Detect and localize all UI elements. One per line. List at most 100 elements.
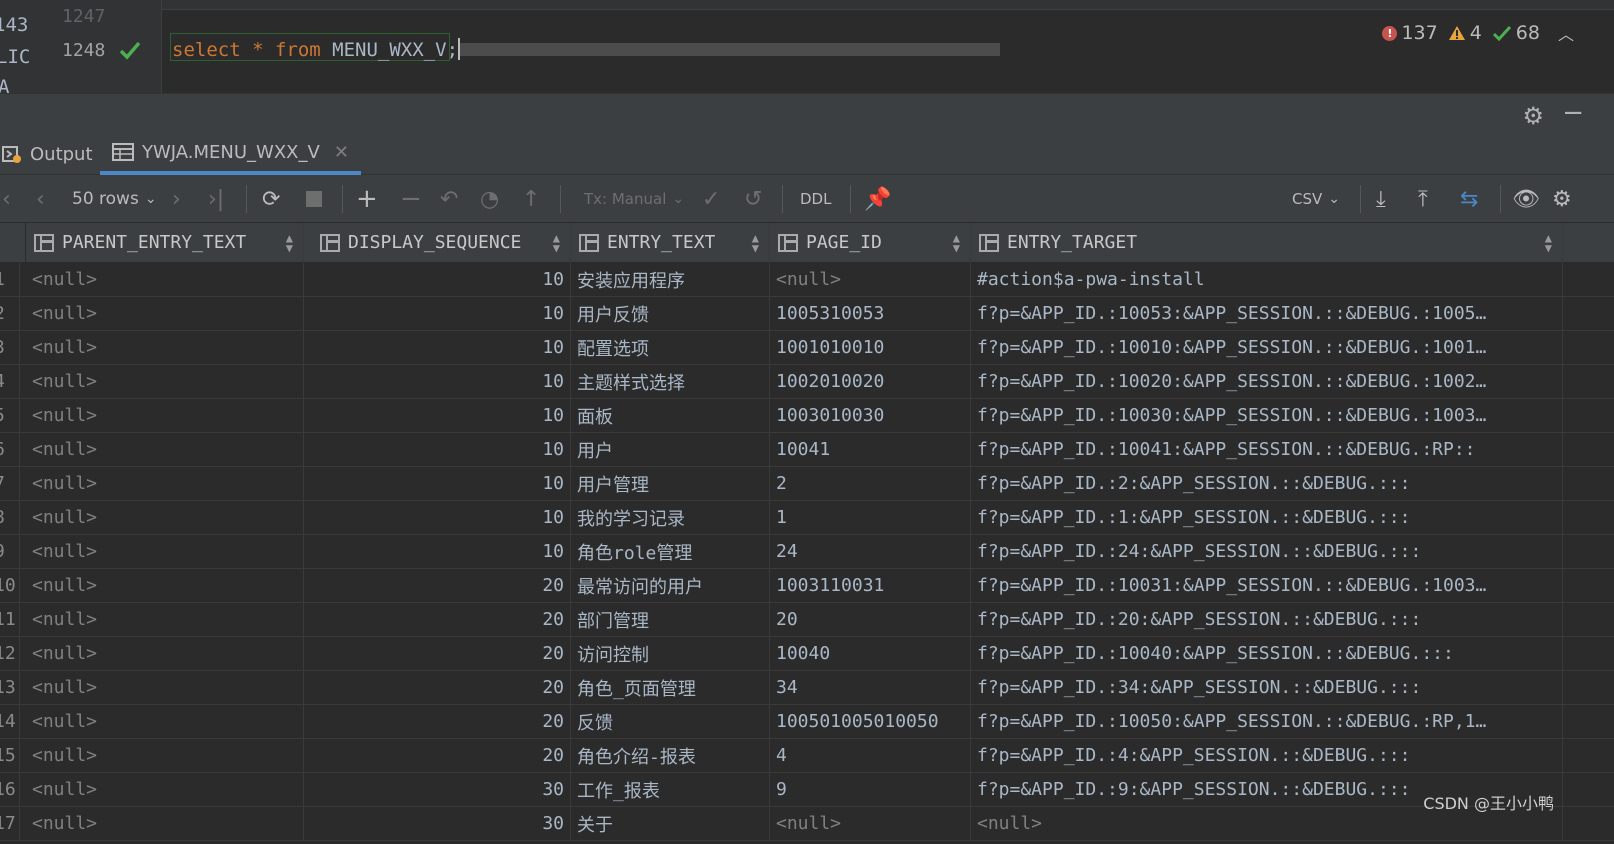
previous-page-icon[interactable]: ‹ bbox=[36, 175, 45, 223]
cell-entry-text[interactable]: 角色role管理 bbox=[571, 535, 770, 568]
cell-page-id[interactable]: 1003110031 bbox=[770, 569, 971, 602]
column-header-page-id[interactable]: PAGE_ID ▲ ▼ bbox=[770, 223, 971, 262]
cell-entry-target[interactable]: f?p=&APP_ID.:10040:&APP_SESSION.::&DEBUG… bbox=[971, 637, 1563, 670]
eye-icon[interactable]: 👁 bbox=[1512, 175, 1540, 223]
cell-parent-entry-text[interactable]: <null> bbox=[26, 331, 304, 364]
cell-parent-entry-text[interactable]: <null> bbox=[26, 569, 304, 602]
table-row[interactable]: 8<null>10我的学习记录1f?p=&APP_ID.:1:&APP_SESS… bbox=[0, 501, 1614, 535]
ddl-button[interactable]: DDL bbox=[800, 175, 831, 223]
cell-page-id[interactable]: 1003010030 bbox=[770, 399, 971, 432]
cell-entry-target[interactable]: f?p=&APP_ID.:10010:&APP_SESSION.::&DEBUG… bbox=[971, 331, 1563, 364]
cell-page-id[interactable]: 1005310053 bbox=[770, 297, 971, 330]
cell-parent-entry-text[interactable]: <null> bbox=[26, 365, 304, 398]
cell-entry-text[interactable]: 主题样式选择 bbox=[571, 365, 770, 398]
hide-panel-icon[interactable]: − bbox=[1562, 98, 1584, 128]
cell-display-sequence[interactable]: 20 bbox=[304, 671, 571, 704]
cell-entry-target[interactable]: f?p=&APP_ID.:24:&APP_SESSION.::&DEBUG.::… bbox=[971, 535, 1563, 568]
cell-entry-target[interactable]: f?p=&APP_ID.:10031:&APP_SESSION.::&DEBUG… bbox=[971, 569, 1563, 602]
table-row[interactable]: 11<null>20部门管理20f?p=&APP_ID.:20:&APP_SES… bbox=[0, 603, 1614, 637]
stop-icon[interactable] bbox=[306, 175, 322, 223]
cell-entry-target[interactable]: f?p=&APP_ID.:10050:&APP_SESSION.::&DEBUG… bbox=[971, 705, 1563, 738]
cell-parent-entry-text[interactable]: <null> bbox=[26, 671, 304, 704]
cell-display-sequence[interactable]: 10 bbox=[304, 399, 571, 432]
cell-parent-entry-text[interactable]: <null> bbox=[26, 297, 304, 330]
table-row[interactable]: 7<null>10用户管理2f?p=&APP_ID.:2:&APP_SESSIO… bbox=[0, 467, 1614, 501]
cell-page-id[interactable]: 4 bbox=[770, 739, 971, 772]
cell-parent-entry-text[interactable]: <null> bbox=[26, 705, 304, 738]
cell-display-sequence[interactable]: 30 bbox=[304, 807, 571, 840]
add-row-icon[interactable]: + bbox=[356, 175, 378, 223]
error-count[interactable]: ! 137 bbox=[1382, 22, 1438, 44]
cell-display-sequence[interactable]: 20 bbox=[304, 739, 571, 772]
cell-display-sequence[interactable]: 10 bbox=[304, 331, 571, 364]
cell-entry-text[interactable]: 最常访问的用户 bbox=[571, 569, 770, 602]
compare-icon[interactable]: ⇆ bbox=[1460, 175, 1478, 223]
cell-parent-entry-text[interactable]: <null> bbox=[26, 399, 304, 432]
cell-display-sequence[interactable]: 10 bbox=[304, 467, 571, 500]
cell-page-id[interactable]: <null> bbox=[770, 263, 971, 296]
cell-page-id[interactable]: 24 bbox=[770, 535, 971, 568]
cell-entry-text[interactable]: 我的学习记录 bbox=[571, 501, 770, 534]
export-format-select[interactable]: CSV ⌄ bbox=[1292, 175, 1340, 223]
download-icon[interactable]: ⤓ bbox=[1376, 175, 1386, 223]
gear-icon[interactable]: ⚙ bbox=[1522, 102, 1544, 130]
settings-icon[interactable]: ⚙ bbox=[1552, 175, 1572, 223]
revert-icon[interactable]: ↶ bbox=[440, 175, 458, 223]
column-header-parent-entry-text[interactable]: PARENT_ENTRY_TEXT ▲ ▼ bbox=[26, 223, 304, 262]
column-header-display-sequence[interactable]: DISPLAY_SEQUENCE ▲ ▼ bbox=[304, 223, 571, 262]
table-row[interactable]: 13<null>20角色_页面管理34f?p=&APP_ID.:34:&APP_… bbox=[0, 671, 1614, 705]
column-header-entry-target[interactable]: ENTRY_TARGET ▲ ▼ bbox=[971, 223, 1563, 262]
cell-parent-entry-text[interactable]: <null> bbox=[26, 535, 304, 568]
cell-entry-target[interactable]: f?p=&APP_ID.:10053:&APP_SESSION.::&DEBUG… bbox=[971, 297, 1563, 330]
cell-display-sequence[interactable]: 20 bbox=[304, 637, 571, 670]
cell-page-id[interactable]: 34 bbox=[770, 671, 971, 704]
table-row[interactable]: 14<null>20反馈100501005010050f?p=&APP_ID.:… bbox=[0, 705, 1614, 739]
cell-entry-target[interactable]: f?p=&APP_ID.:10030:&APP_SESSION.::&DEBUG… bbox=[971, 399, 1563, 432]
refresh-icon[interactable]: ⟳ bbox=[262, 175, 280, 223]
transaction-mode-select[interactable]: Tx: Manual ⌄ bbox=[584, 175, 684, 223]
cell-parent-entry-text[interactable]: <null> bbox=[26, 773, 304, 806]
cell-page-id[interactable]: 100501005010050 bbox=[770, 705, 971, 738]
cell-display-sequence[interactable]: 20 bbox=[304, 705, 571, 738]
cell-entry-text[interactable]: 用户管理 bbox=[571, 467, 770, 500]
upload-icon[interactable]: ⤒ bbox=[1418, 175, 1428, 223]
tab-result-table[interactable]: YWJA.MENU_WXX_V ✕ bbox=[100, 133, 361, 175]
cell-entry-target[interactable]: f?p=&APP_ID.:2:&APP_SESSION.::&DEBUG.::: bbox=[971, 467, 1563, 500]
table-row[interactable]: 17<null>30关于<null><null> bbox=[0, 807, 1614, 841]
submit-icon[interactable]: ↑ bbox=[522, 175, 540, 223]
cell-entry-text[interactable]: 配置选项 bbox=[571, 331, 770, 364]
close-icon[interactable]: ✕ bbox=[334, 142, 349, 163]
cell-page-id[interactable]: 1002010020 bbox=[770, 365, 971, 398]
cell-page-id[interactable]: 10041 bbox=[770, 433, 971, 466]
cell-parent-entry-text[interactable]: <null> bbox=[26, 501, 304, 534]
cell-entry-text[interactable]: 关于 bbox=[571, 807, 770, 840]
cell-parent-entry-text[interactable]: <null> bbox=[26, 603, 304, 636]
column-header-entry-text[interactable]: ENTRY_TEXT ▲ ▼ bbox=[571, 223, 770, 262]
result-grid[interactable]: PARENT_ENTRY_TEXT ▲ ▼ DISPLAY_SEQUENCE ▲ ▼… bbox=[0, 223, 1614, 844]
sql-statement[interactable]: select * from MENU_WXX_V; bbox=[172, 38, 461, 61]
tab-output[interactable]: Output bbox=[0, 133, 103, 175]
chevron-up-icon[interactable]: ︿ bbox=[1558, 21, 1574, 45]
cell-entry-target[interactable]: f?p=&APP_ID.:4:&APP_SESSION.::&DEBUG.::: bbox=[971, 739, 1563, 772]
cell-entry-text[interactable]: 安装应用程序 bbox=[571, 263, 770, 296]
cell-entry-target[interactable]: #action$a-pwa-install bbox=[971, 263, 1563, 296]
table-row[interactable]: 5<null>10面板1003010030f?p=&APP_ID.:10030:… bbox=[0, 399, 1614, 433]
ok-count[interactable]: 68 bbox=[1492, 22, 1540, 44]
checkmark-icon[interactable] bbox=[118, 38, 142, 62]
page-size-select[interactable]: 50 rows ⌄ bbox=[72, 175, 157, 223]
rollback-icon[interactable]: ↺ bbox=[744, 175, 762, 223]
cell-display-sequence[interactable]: 10 bbox=[304, 433, 571, 466]
cell-entry-text[interactable]: 角色_页面管理 bbox=[571, 671, 770, 704]
last-page-icon[interactable]: ›| bbox=[208, 175, 224, 223]
table-row[interactable]: 3<null>10配置选项1001010010f?p=&APP_ID.:1001… bbox=[0, 331, 1614, 365]
cell-entry-target[interactable]: f?p=&APP_ID.:20:&APP_SESSION.::&DEBUG.::… bbox=[971, 603, 1563, 636]
first-page-icon[interactable]: ‹ bbox=[2, 175, 11, 223]
table-row[interactable]: 9<null>10角色role管理24f?p=&APP_ID.:24:&APP_… bbox=[0, 535, 1614, 569]
pin-icon[interactable]: 📌 bbox=[864, 175, 891, 223]
sort-icon[interactable]: ▲ ▼ bbox=[953, 232, 960, 254]
sort-icon[interactable]: ▲ ▼ bbox=[286, 232, 293, 254]
cell-entry-text[interactable]: 反馈 bbox=[571, 705, 770, 738]
delete-row-icon[interactable]: − bbox=[400, 175, 422, 223]
cell-page-id[interactable]: 1 bbox=[770, 501, 971, 534]
cell-page-id[interactable]: 9 bbox=[770, 773, 971, 806]
